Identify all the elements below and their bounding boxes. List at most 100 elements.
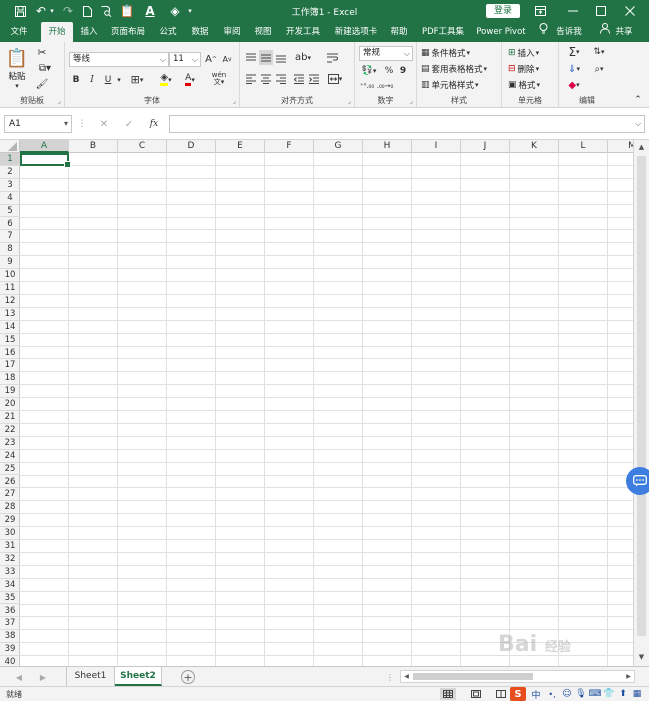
insert-function-button[interactable]: fx xyxy=(146,117,162,131)
underline-dropdown-icon[interactable]: ▾ xyxy=(115,72,123,87)
normal-view-icon[interactable] xyxy=(440,688,456,700)
tab-page-layout[interactable]: 页面布局 xyxy=(106,22,150,42)
borders-icon[interactable]: ⊞ ▾ xyxy=(127,72,147,87)
print-preview-icon[interactable] xyxy=(98,2,114,20)
emoji-icon[interactable]: ☺ xyxy=(561,688,573,700)
align-top-icon[interactable] xyxy=(244,50,258,65)
tab-data[interactable]: 数据 xyxy=(187,22,213,42)
enter-formula-icon[interactable]: ✓ xyxy=(121,117,137,131)
increase-indent-icon[interactable] xyxy=(307,71,321,86)
tab-home[interactable]: 开始 xyxy=(41,22,73,42)
ribbon-display-options-icon[interactable] xyxy=(526,0,554,22)
row-header-6[interactable]: 6 xyxy=(0,218,20,231)
column-header-f[interactable]: F xyxy=(265,140,314,153)
row-header-28[interactable]: 28 xyxy=(0,501,20,515)
minimize-icon[interactable] xyxy=(559,0,587,22)
tab-review[interactable]: 审阅 xyxy=(219,22,245,42)
comma-style-button[interactable]: 9 xyxy=(397,64,409,78)
row-header-5[interactable]: 5 xyxy=(0,205,20,218)
column-header-i[interactable]: I xyxy=(412,140,461,153)
align-right-icon[interactable] xyxy=(274,71,288,86)
tab-view[interactable]: 视图 xyxy=(250,22,276,42)
row-header-31[interactable]: 31 xyxy=(0,540,20,553)
next-sheet-icon[interactable]: ▶ xyxy=(38,671,48,683)
undo-dropdown-icon[interactable]: ▾ xyxy=(48,2,56,20)
row-header-26[interactable]: 26 xyxy=(0,476,20,489)
number-expand-icon[interactable]: ⌟ xyxy=(410,97,413,105)
clear-icon[interactable]: ◆ ▾ xyxy=(564,78,584,92)
sign-in-button[interactable]: 登录 xyxy=(486,4,520,18)
autosum-icon[interactable]: Σ ▾ xyxy=(564,45,584,59)
format-painter-icon[interactable]: 🖌 xyxy=(34,78,50,91)
decrease-font-size-button[interactable]: Av xyxy=(220,52,234,67)
row-header-32[interactable]: 32 xyxy=(0,553,20,566)
column-header-a[interactable]: A xyxy=(20,140,69,153)
ime-mode-indicator[interactable]: 中 xyxy=(530,688,542,701)
row-header-3[interactable]: 3 xyxy=(0,179,20,192)
new-sheet-icon[interactable]: + xyxy=(181,670,195,684)
scroll-left-icon[interactable]: ◀ xyxy=(402,672,411,681)
align-middle-icon[interactable] xyxy=(259,50,273,65)
row-header-33[interactable]: 33 xyxy=(0,566,20,579)
row-header-12[interactable]: 12 xyxy=(0,295,20,308)
row-header-23[interactable]: 23 xyxy=(0,437,20,450)
row-header-4[interactable]: 4 xyxy=(0,192,20,205)
underline-button[interactable]: U xyxy=(101,72,115,87)
cell-area[interactable] xyxy=(20,153,633,666)
fill-color-icon[interactable]: ◈ xyxy=(165,2,185,20)
row-header-7[interactable]: 7 xyxy=(0,230,20,244)
paste-icon[interactable]: 📋 xyxy=(117,2,137,20)
sogou-ime-icon[interactable]: S xyxy=(510,687,526,701)
row-header-9[interactable]: 9 xyxy=(0,256,20,270)
delete-cells-button[interactable]: ⊟ 删除 ▾ xyxy=(508,62,539,75)
tell-me-search[interactable]: 告诉我 xyxy=(552,22,586,42)
bold-button[interactable]: B xyxy=(69,72,83,87)
italic-button[interactable]: I xyxy=(85,72,99,87)
row-header-17[interactable]: 17 xyxy=(0,359,20,373)
column-header-e[interactable]: E xyxy=(216,140,265,153)
expand-formula-bar-icon[interactable]: ⌵ xyxy=(633,119,643,129)
font-color-button[interactable]: A ▾ xyxy=(179,72,201,87)
lightbulb-icon[interactable] xyxy=(536,22,550,42)
alignment-expand-icon[interactable]: ⌟ xyxy=(348,97,351,105)
microphone-icon[interactable]: 🎙 xyxy=(575,688,587,700)
paste-dropdown-icon[interactable]: ▾ xyxy=(4,82,30,90)
skin-icon[interactable]: 👕 xyxy=(603,688,615,700)
row-header-21[interactable]: 21 xyxy=(0,411,20,424)
row-header-25[interactable]: 25 xyxy=(0,463,20,476)
merge-center-icon[interactable]: ▾ xyxy=(324,71,346,86)
name-box[interactable]: A1 ▾ xyxy=(4,115,72,133)
prev-sheet-icon[interactable]: ◀ xyxy=(14,671,24,683)
row-header-38[interactable]: 38 xyxy=(0,630,20,644)
row-header-40[interactable]: 40 xyxy=(0,656,20,666)
close-icon[interactable] xyxy=(616,0,644,22)
format-as-table-button[interactable]: ▤ 套用表格格式 ▾ xyxy=(421,62,487,75)
clipboard-expand-icon[interactable]: ⌟ xyxy=(58,97,61,105)
punctuation-icon[interactable]: •, xyxy=(545,688,559,700)
keyboard-icon[interactable]: ⌨ xyxy=(589,688,602,700)
active-cell-a1[interactable] xyxy=(20,153,71,168)
column-header-b[interactable]: B xyxy=(69,140,118,153)
undo-icon[interactable]: ↶ xyxy=(33,2,49,20)
vertical-scrollbar[interactable]: ▲ ▼ xyxy=(633,140,649,666)
font-name-combo[interactable]: 等线 ⌵ xyxy=(69,52,169,67)
row-header-30[interactable]: 30 xyxy=(0,527,20,540)
column-header-j[interactable]: J xyxy=(461,140,510,153)
cut-icon[interactable]: ✂ xyxy=(34,46,50,59)
wrap-text-icon[interactable] xyxy=(324,50,340,65)
find-select-icon[interactable]: ⌕ ▾ xyxy=(588,62,610,76)
new-file-icon[interactable] xyxy=(80,2,94,20)
paste-button[interactable]: 粘贴 xyxy=(4,70,30,82)
fill-down-icon[interactable]: ⇓ ▾ xyxy=(564,62,584,76)
align-bottom-icon[interactable] xyxy=(274,50,288,65)
orientation-icon[interactable]: ab ▾ xyxy=(292,50,314,65)
select-all-button[interactable] xyxy=(0,140,20,153)
tab-developer[interactable]: 开发工具 xyxy=(283,22,323,42)
row-header-16[interactable]: 16 xyxy=(0,347,20,360)
page-layout-view-icon[interactable] xyxy=(468,688,484,700)
fill-color-button[interactable]: ◈ ▾ xyxy=(155,72,177,87)
row-header-27[interactable]: 27 xyxy=(0,488,20,502)
scroll-up-icon[interactable]: ▲ xyxy=(637,142,646,152)
accounting-format-icon[interactable]: 💱 ▾ xyxy=(359,64,379,78)
row-header-34[interactable]: 34 xyxy=(0,579,20,592)
